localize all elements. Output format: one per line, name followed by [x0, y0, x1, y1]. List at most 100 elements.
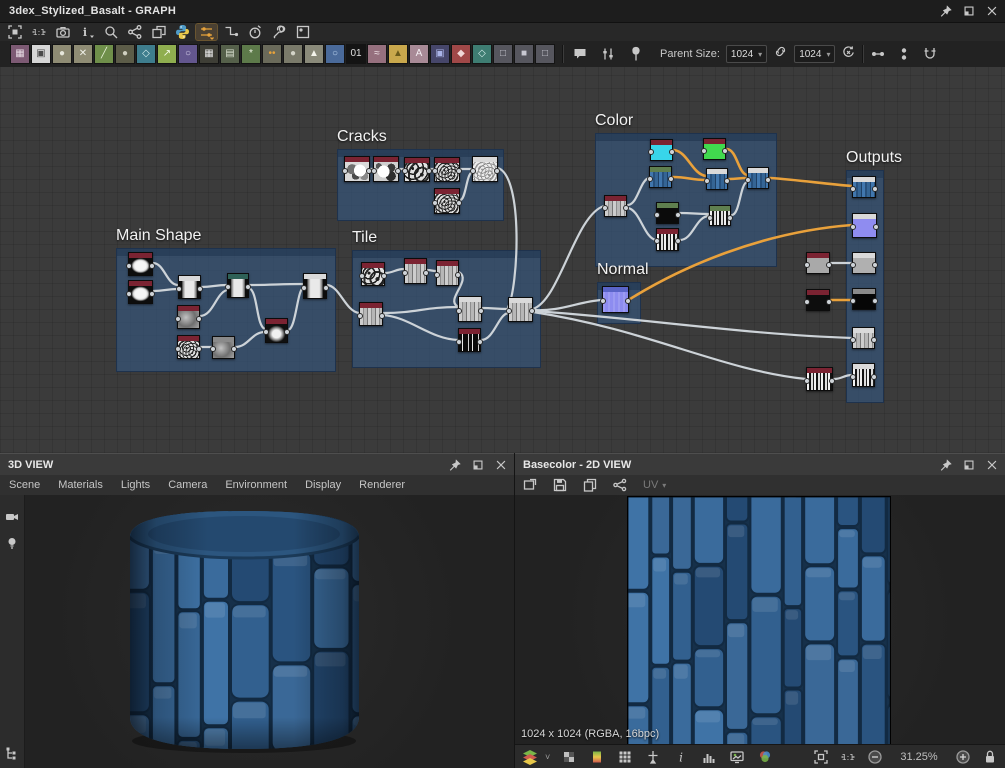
- node-m5[interactable]: [301, 273, 329, 299]
- shape-splatter-icon[interactable]: *: [241, 44, 261, 64]
- node-o3[interactable]: [850, 252, 878, 274]
- export-icon[interactable]: [124, 24, 145, 40]
- connector-icon[interactable]: [220, 24, 241, 40]
- node-o1[interactable]: [850, 176, 878, 198]
- node-m8[interactable]: [175, 335, 202, 359]
- float-icon[interactable]: [471, 458, 485, 472]
- node-t5[interactable]: [456, 296, 484, 322]
- menu-environment[interactable]: Environment: [216, 479, 296, 491]
- warning-shape-icon[interactable]: ▲: [388, 44, 408, 64]
- node-u2[interactable]: [804, 289, 832, 311]
- search-icon[interactable]: [100, 24, 121, 40]
- uv-mode-dropdown[interactable]: UV ▾: [643, 479, 666, 491]
- fit-view-icon[interactable]: [812, 748, 830, 766]
- viewport-2d[interactable]: 1024 x 1024 (RGBA, 16bpc) ˅ i 1:1 31.25%: [515, 495, 1005, 768]
- pin-icon[interactable]: [448, 458, 462, 472]
- transform-2-icon[interactable]: ◇: [472, 44, 492, 64]
- node-cc1[interactable]: [648, 139, 675, 161]
- menu-camera[interactable]: Camera: [159, 479, 216, 491]
- frame-image-icon[interactable]: [292, 24, 313, 40]
- node-o2[interactable]: [850, 213, 879, 238]
- exposed-params-icon[interactable]: [598, 44, 618, 64]
- transform-uv-icon[interactable]: [644, 748, 662, 766]
- node-m3[interactable]: [176, 275, 203, 299]
- camera-view-icon[interactable]: [4, 509, 20, 525]
- blur-icon[interactable]: ●: [52, 44, 72, 64]
- menu-materials[interactable]: Materials: [49, 479, 112, 491]
- node-cd1[interactable]: [654, 202, 681, 224]
- timer-icon[interactable]: [244, 24, 265, 40]
- node-o5[interactable]: [850, 327, 877, 349]
- zoom-out-icon[interactable]: [866, 748, 884, 766]
- bitmap-icon[interactable]: ▦: [10, 44, 30, 64]
- node-cl[interactable]: [602, 195, 629, 217]
- crop-icon[interactable]: ▣: [430, 44, 450, 64]
- close-icon[interactable]: [985, 458, 999, 472]
- comment-icon[interactable]: [570, 44, 590, 64]
- node-cb1[interactable]: [647, 166, 674, 188]
- light-bulb-icon[interactable]: [4, 535, 20, 551]
- tools-icon[interactable]: [268, 24, 289, 40]
- fit-frame-icon[interactable]: [4, 24, 25, 40]
- histogram-scan-icon[interactable]: ▲: [304, 44, 324, 64]
- node-o4[interactable]: [850, 288, 878, 310]
- pin-icon[interactable]: [939, 4, 953, 18]
- link-inputs-icon[interactable]: [870, 46, 886, 62]
- splatter-circular-icon[interactable]: ≈: [367, 44, 387, 64]
- node-n1[interactable]: [600, 286, 631, 313]
- menu-lights[interactable]: Lights: [112, 479, 159, 491]
- chevron-down-icon[interactable]: ˅: [545, 752, 550, 762]
- actual-size-icon[interactable]: 1:1: [28, 24, 49, 40]
- node-c2[interactable]: [371, 156, 401, 182]
- link-size-icon[interactable]: [773, 44, 788, 64]
- node-t6[interactable]: [506, 297, 535, 322]
- frame-filled-icon[interactable]: ■: [514, 44, 534, 64]
- node-u3[interactable]: [804, 367, 835, 391]
- info-pixel-icon[interactable]: i: [672, 748, 690, 766]
- viewport-3d[interactable]: [0, 495, 514, 768]
- close-icon[interactable]: [985, 4, 999, 18]
- color-mode-icon[interactable]: [756, 748, 774, 766]
- directional-warp-icon[interactable]: ↗: [157, 44, 177, 64]
- node-m1[interactable]: [126, 252, 155, 276]
- node-o6[interactable]: [850, 363, 877, 387]
- windows-icon[interactable]: [148, 24, 169, 40]
- frame-inner-icon[interactable]: □: [493, 44, 513, 64]
- node-t1[interactable]: [359, 262, 387, 286]
- graph-canvas[interactable]: Cracks Main Shape Tile Color Normal Outputs: [0, 67, 1005, 453]
- transform-icon[interactable]: ◇: [136, 44, 156, 64]
- zoom-in-icon[interactable]: [954, 748, 972, 766]
- save-image-icon[interactable]: [545, 477, 575, 493]
- dot-node-icon[interactable]: ••: [262, 44, 282, 64]
- node-m6[interactable]: [175, 305, 202, 329]
- blend-icon[interactable]: ▣: [31, 44, 51, 64]
- actual-size-2d-icon[interactable]: 1:1: [839, 748, 857, 766]
- height-dropdown[interactable]: 1024 ▾: [794, 45, 836, 63]
- histogram-icon[interactable]: [700, 748, 718, 766]
- frame-outer-icon[interactable]: □: [535, 44, 555, 64]
- node-c5[interactable]: [470, 156, 500, 182]
- pin-nodes-icon[interactable]: [896, 46, 912, 62]
- tiling-icon[interactable]: [616, 748, 634, 766]
- node-u1[interactable]: [804, 252, 832, 274]
- noise-01-icon[interactable]: 01: [346, 44, 366, 64]
- lock-icon[interactable]: [981, 748, 999, 766]
- levels-icon[interactable]: ●: [283, 44, 303, 64]
- node-m2[interactable]: [126, 280, 155, 304]
- menu-display[interactable]: Display: [296, 479, 350, 491]
- link-parameters-icon[interactable]: [195, 23, 218, 41]
- node-t4[interactable]: [357, 302, 385, 326]
- node-cd2[interactable]: [707, 205, 733, 226]
- python-icon[interactable]: [172, 24, 193, 40]
- display-options-icon[interactable]: [728, 748, 746, 766]
- menu-renderer[interactable]: Renderer: [350, 479, 414, 491]
- menu-scene[interactable]: Scene: [0, 479, 49, 491]
- snap-icon[interactable]: [922, 46, 938, 62]
- gradient-map-icon[interactable]: ○: [325, 44, 345, 64]
- node-c1[interactable]: [342, 156, 372, 182]
- height-blend-icon[interactable]: ▤: [220, 44, 240, 64]
- node-cb2[interactable]: [704, 168, 730, 190]
- close-icon[interactable]: [494, 458, 508, 472]
- pin-node-icon[interactable]: [626, 44, 646, 64]
- node-c3[interactable]: [402, 157, 432, 182]
